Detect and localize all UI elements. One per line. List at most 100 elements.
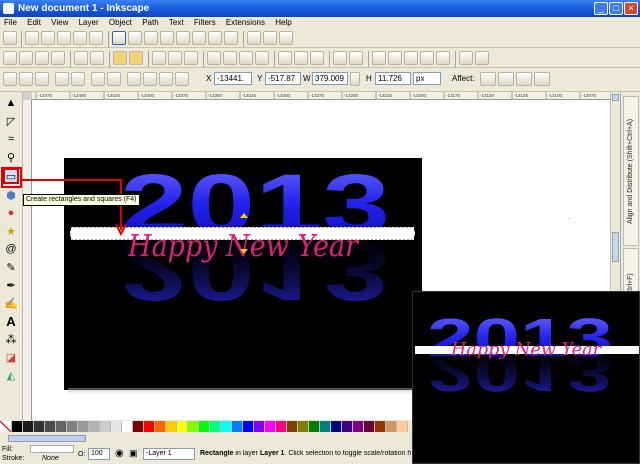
color-swatch[interactable] bbox=[287, 421, 298, 432]
color-swatch[interactable] bbox=[254, 421, 265, 432]
menu-help[interactable]: Help bbox=[271, 17, 295, 29]
color-swatch[interactable] bbox=[144, 421, 155, 432]
color-swatch[interactable] bbox=[265, 421, 276, 432]
minimize-button[interactable]: _ bbox=[594, 2, 608, 15]
menu-extensions[interactable]: Extensions bbox=[222, 17, 269, 29]
lock-layer-icon[interactable]: ▣ bbox=[129, 448, 138, 459]
menu-file[interactable]: File bbox=[0, 17, 21, 29]
zoom-selection-icon[interactable] bbox=[207, 51, 221, 65]
snap-guide-icon[interactable] bbox=[279, 31, 293, 45]
layers-icon[interactable] bbox=[404, 51, 418, 65]
color-swatch[interactable] bbox=[78, 421, 89, 432]
fill-swatch[interactable] bbox=[30, 445, 74, 453]
color-swatch[interactable] bbox=[210, 421, 221, 432]
ungroup-icon[interactable] bbox=[349, 51, 363, 65]
color-swatch[interactable] bbox=[375, 421, 386, 432]
menu-view[interactable]: View bbox=[47, 17, 72, 29]
scroll-up-icon[interactable] bbox=[612, 94, 619, 101]
y-input[interactable]: -517.87 bbox=[265, 72, 301, 85]
scroll-thumb[interactable] bbox=[612, 232, 619, 262]
save-icon[interactable] bbox=[35, 51, 49, 65]
color-swatch[interactable] bbox=[386, 421, 397, 432]
flip-horizontal-icon[interactable] bbox=[91, 72, 105, 86]
redo-icon[interactable] bbox=[129, 51, 143, 65]
group-icon[interactable] bbox=[333, 51, 347, 65]
print-icon[interactable] bbox=[51, 51, 65, 65]
calligraphy-tool-icon[interactable]: ✍ bbox=[3, 295, 19, 311]
color-swatch[interactable] bbox=[397, 421, 408, 432]
affect-corners-icon[interactable] bbox=[498, 72, 514, 86]
snap-cusp-icon[interactable] bbox=[160, 31, 174, 45]
clone-icon[interactable] bbox=[294, 51, 308, 65]
color-swatch[interactable] bbox=[232, 421, 243, 432]
maximize-button[interactable]: □ bbox=[609, 2, 623, 15]
color-swatch[interactable] bbox=[56, 421, 67, 432]
preferences-icon[interactable] bbox=[459, 51, 473, 65]
text-font-icon[interactable] bbox=[388, 51, 402, 65]
snap-center-icon[interactable] bbox=[89, 31, 103, 45]
spiral-tool-icon[interactable]: @ bbox=[3, 241, 19, 257]
affect-gradients-icon[interactable] bbox=[516, 72, 532, 86]
snap-bbox-icon[interactable] bbox=[25, 31, 39, 45]
snap-paths-icon[interactable] bbox=[128, 31, 142, 45]
tweak-tool-icon[interactable]: ≈ bbox=[3, 131, 19, 147]
spray-tool-icon[interactable]: ⁂ bbox=[3, 331, 19, 347]
selector-tool-icon[interactable]: ▲ bbox=[3, 95, 19, 111]
unlink-clone-icon[interactable] bbox=[310, 51, 324, 65]
color-swatch[interactable] bbox=[45, 421, 56, 432]
3d-box-tool-icon[interactable]: ⬢ bbox=[3, 187, 19, 203]
snap-smooth-icon[interactable] bbox=[176, 31, 190, 45]
color-swatch[interactable] bbox=[133, 421, 144, 432]
color-swatch[interactable] bbox=[122, 421, 133, 432]
color-swatch[interactable] bbox=[298, 421, 309, 432]
unit-select[interactable]: px bbox=[413, 72, 441, 85]
color-swatch[interactable] bbox=[243, 421, 254, 432]
import-icon[interactable] bbox=[74, 51, 88, 65]
ellipse-tool-icon[interactable]: ● bbox=[3, 205, 19, 221]
layer-select[interactable]: -Layer 1 bbox=[143, 448, 195, 460]
pencil-tool-icon[interactable]: ✎ bbox=[3, 259, 19, 275]
color-swatch[interactable] bbox=[276, 421, 287, 432]
eye-icon[interactable]: ◉ bbox=[115, 448, 124, 459]
rectangle-tool-icon[interactable]: ▭ bbox=[3, 168, 19, 184]
color-swatch[interactable] bbox=[100, 421, 111, 432]
snap-intersections-icon[interactable] bbox=[144, 31, 158, 45]
snap-edge-icon[interactable] bbox=[41, 31, 55, 45]
snap-nodes-icon[interactable] bbox=[112, 31, 126, 45]
color-swatch[interactable] bbox=[320, 421, 331, 432]
color-swatch[interactable] bbox=[177, 421, 188, 432]
text-tool-icon[interactable]: A bbox=[3, 313, 19, 329]
deselect-icon[interactable] bbox=[35, 72, 49, 86]
x-input[interactable]: -13441. bbox=[214, 72, 252, 85]
paint-bucket-tool-icon[interactable]: ◭ bbox=[3, 367, 19, 383]
align-distribute-icon[interactable] bbox=[436, 51, 450, 65]
horizontal-scrollbar[interactable] bbox=[8, 435, 86, 442]
undo-icon[interactable] bbox=[113, 51, 127, 65]
color-swatch[interactable] bbox=[221, 421, 232, 432]
color-swatch[interactable] bbox=[111, 421, 122, 432]
tab-align-distribute[interactable]: Align and Distribute (Shift+Ctrl+A) bbox=[623, 96, 639, 246]
color-swatch[interactable] bbox=[89, 421, 100, 432]
menu-text[interactable]: Text bbox=[165, 17, 188, 29]
snap-page-icon[interactable] bbox=[247, 31, 261, 45]
zoom-drawing-icon[interactable] bbox=[223, 51, 237, 65]
opacity-input[interactable]: 100 bbox=[88, 448, 110, 460]
export-icon[interactable] bbox=[90, 51, 104, 65]
color-swatch[interactable] bbox=[67, 421, 78, 432]
close-button[interactable]: × bbox=[624, 2, 638, 15]
menu-object[interactable]: Object bbox=[105, 17, 136, 29]
zoom-width-icon[interactable] bbox=[255, 51, 269, 65]
menu-path[interactable]: Path bbox=[138, 17, 162, 29]
raise-top-icon[interactable] bbox=[127, 72, 141, 86]
w-input[interactable]: 379.009 bbox=[312, 72, 348, 85]
cut-icon[interactable] bbox=[168, 51, 182, 65]
snap-toggle-icon[interactable] bbox=[3, 31, 17, 45]
flip-vertical-icon[interactable] bbox=[107, 72, 121, 86]
no-paint-swatch[interactable] bbox=[0, 421, 12, 432]
affect-patterns-icon[interactable] bbox=[534, 72, 550, 86]
affect-stroke-icon[interactable] bbox=[480, 72, 496, 86]
color-swatch[interactable] bbox=[199, 421, 210, 432]
color-swatch[interactable] bbox=[331, 421, 342, 432]
open-icon[interactable] bbox=[19, 51, 33, 65]
h-input[interactable]: 11.726 bbox=[375, 72, 411, 85]
